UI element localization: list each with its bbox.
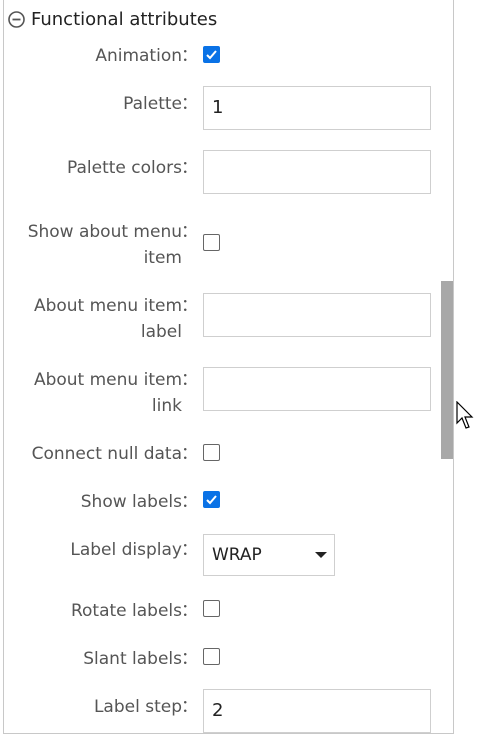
label-display-value: WRAP — [212, 545, 262, 565]
palette-colors-label: Palette colors — [67, 158, 182, 178]
palette-colors-input[interactable] — [203, 150, 431, 194]
rotate-labels-colon: ： — [181, 601, 198, 621]
slant-labels-checkbox[interactable] — [203, 648, 220, 665]
show-about-menu-item-label-line1: Show about menu — [27, 222, 182, 242]
label-display-colon: ： — [181, 540, 198, 560]
about-menu-item-link-label-line2: link — [151, 396, 182, 416]
animation-colon: ： — [181, 46, 198, 66]
label-step-input[interactable]: 2 — [203, 689, 431, 733]
about-menu-item-link-input[interactable] — [203, 367, 431, 411]
palette-colon: ： — [181, 94, 198, 114]
checkmark-icon — [206, 495, 217, 505]
palette-input[interactable]: 1 — [203, 86, 431, 130]
connect-null-data-colon: ： — [181, 444, 198, 464]
show-about-menu-item-label-line2: item — [143, 248, 182, 268]
label-step-label: Label step — [93, 697, 182, 717]
section-title: Functional attributes — [31, 9, 218, 30]
checkmark-icon — [206, 50, 217, 60]
label-display-label: Label display — [70, 540, 182, 560]
rotate-labels-label: Rotate labels — [70, 601, 182, 621]
about-menu-item-label-colon: ： — [181, 296, 198, 316]
about-menu-item-label-label-line2: label — [140, 322, 182, 342]
mouse-cursor-icon — [456, 401, 474, 429]
show-about-menu-item-colon: ： — [181, 222, 198, 242]
collapse-minus-icon[interactable] — [8, 11, 25, 28]
palette-label: Palette — [123, 94, 182, 114]
show-labels-label: Show labels — [80, 492, 182, 512]
about-menu-item-link-colon: ： — [181, 370, 198, 390]
palette-colors-colon: ： — [181, 158, 198, 178]
section-header[interactable]: Functional attributes — [8, 9, 217, 30]
about-menu-item-label-label-line1: About menu item — [33, 296, 182, 316]
slant-labels-label: Slant labels — [83, 649, 182, 669]
slant-labels-colon: ： — [181, 649, 198, 669]
about-menu-item-label-input[interactable] — [203, 293, 431, 337]
about-menu-item-link-label-line1: About menu item — [33, 370, 182, 390]
scrollbar-thumb[interactable] — [441, 281, 453, 459]
animation-label: Animation — [95, 46, 182, 66]
animation-checkbox[interactable] — [203, 46, 220, 63]
connect-null-data-label: Connect null data — [31, 444, 182, 464]
functional-attributes-panel: Functional attributes Animation ： Palett… — [3, 0, 454, 734]
show-labels-colon: ： — [181, 492, 198, 512]
label-display-select[interactable]: WRAP — [203, 534, 335, 576]
show-about-menu-item-checkbox[interactable] — [203, 234, 220, 251]
show-labels-checkbox[interactable] — [203, 491, 220, 508]
label-step-colon: ： — [181, 697, 198, 717]
dropdown-caret-icon — [315, 552, 327, 558]
rotate-labels-checkbox[interactable] — [203, 600, 220, 617]
connect-null-data-checkbox[interactable] — [203, 444, 220, 461]
